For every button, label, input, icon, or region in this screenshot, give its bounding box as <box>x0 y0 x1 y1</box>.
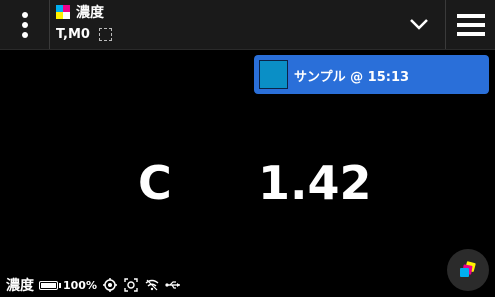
header-title-area: 濃度 T,M0 <box>56 3 112 42</box>
sample-label: サンプル @ 15:13 <box>294 70 410 85</box>
sample-card[interactable]: サンプル @ 15:13 <box>254 55 489 94</box>
measurement-mode: T,M0 <box>56 27 90 42</box>
status-title: 濃度 <box>6 278 34 294</box>
color-layers-icon <box>460 261 476 277</box>
sample-color-swatch <box>259 60 288 89</box>
chevron-down-icon[interactable] <box>407 12 431 36</box>
wifi-icon <box>144 277 160 293</box>
color-tools-button[interactable] <box>447 249 489 291</box>
status-bar: 濃度 100% <box>6 276 181 294</box>
kebab-menu-icon <box>21 11 28 38</box>
battery-percent: 100% <box>63 278 97 292</box>
hamburger-menu-icon <box>456 13 485 36</box>
page-title: 濃度 <box>76 5 104 21</box>
cmyk-icon <box>56 5 70 19</box>
divider <box>49 0 50 49</box>
battery-icon <box>39 280 61 290</box>
density-value: 1.42 <box>258 156 372 210</box>
usb-icon <box>165 277 181 293</box>
target-icon <box>102 277 118 293</box>
aperture-icon <box>123 277 139 293</box>
main-menu-button[interactable] <box>446 0 495 49</box>
kebab-menu-button[interactable] <box>0 0 49 49</box>
dashed-square-icon[interactable] <box>98 28 112 41</box>
top-bar: 濃度 T,M0 <box>0 0 495 50</box>
channel-label: C <box>138 156 172 210</box>
